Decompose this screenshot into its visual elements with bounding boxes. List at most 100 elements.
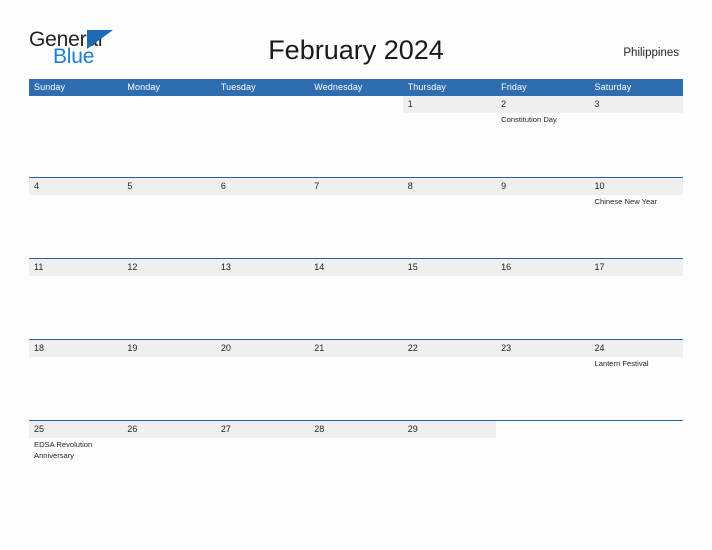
- day-number-strip: 18: [29, 340, 123, 357]
- day-events: [122, 113, 215, 115]
- day-number-strip: 16: [496, 259, 590, 276]
- day-number: 22: [407, 343, 418, 353]
- day-number: 11: [34, 262, 44, 272]
- day-number-strip: 2: [496, 96, 590, 113]
- day-events: [403, 113, 496, 115]
- holiday-event-label: EDSA Revolution Anniversary: [34, 440, 93, 460]
- day-number-strip: 28: [309, 421, 403, 438]
- day-number: 7: [314, 181, 320, 191]
- day-events: [29, 113, 122, 115]
- day-events: [590, 438, 683, 440]
- calendar-day-cell[interactable]: 21: [309, 340, 403, 420]
- day-number: 6: [220, 181, 226, 191]
- weekday-header-row: Sunday Monday Tuesday Wednesday Thursday Frid…: [29, 79, 683, 96]
- calendar-day-cell[interactable]: 20: [215, 340, 310, 420]
- day-number-strip: [496, 421, 589, 438]
- calendar-week-row: 11 12 13 14 15 16 17: [29, 258, 683, 339]
- day-number: 27: [220, 424, 231, 434]
- calendar-day-cell[interactable]: 2 Constitution Day: [496, 96, 590, 176]
- calendar-week-cells: 1 2 Constitution Day 3: [29, 96, 683, 176]
- calendar-week-cells: 4 5 6 7 8 9 10 Chinese New Year: [29, 178, 683, 258]
- calendar-day-cell-empty: [309, 96, 402, 176]
- calendar-day-cell[interactable]: 26: [122, 421, 216, 501]
- day-events: [590, 113, 683, 115]
- calendar-day-cell-empty: [29, 96, 122, 176]
- country-label: Philippines: [623, 47, 679, 59]
- day-events: [496, 357, 589, 359]
- day-events: [122, 357, 215, 359]
- calendar-day-cell[interactable]: 10 Chinese New Year: [589, 178, 683, 258]
- day-number-strip: 3: [589, 96, 683, 113]
- calendar-day-cell[interactable]: 16: [496, 259, 590, 339]
- calendar-day-cell[interactable]: 4: [29, 178, 123, 258]
- day-number-strip: 15: [402, 259, 497, 276]
- calendar-day-cell[interactable]: 11: [29, 259, 123, 339]
- day-events: [309, 276, 402, 278]
- calendar-day-cell-empty: [216, 96, 309, 176]
- day-events: EDSA Revolution Anniversary: [29, 438, 122, 461]
- calendar-day-cell[interactable]: 5: [122, 178, 216, 258]
- calendar-day-cell[interactable]: 22: [402, 340, 497, 420]
- day-number-strip: 19: [122, 340, 216, 357]
- calendar-day-cell[interactable]: 3: [589, 96, 683, 176]
- day-events: [309, 195, 402, 197]
- day-number-strip: 27: [215, 421, 310, 438]
- day-events: Constitution Day: [496, 113, 589, 126]
- calendar-day-cell[interactable]: 6: [215, 178, 310, 258]
- day-number-strip: 7: [309, 178, 403, 195]
- day-number: 1: [407, 99, 413, 109]
- calendar-day-cell[interactable]: 7: [309, 178, 403, 258]
- day-number-strip: 24: [589, 340, 683, 357]
- day-number-strip: 20: [215, 340, 310, 357]
- day-events: [590, 276, 683, 278]
- day-events: [216, 276, 309, 278]
- day-events: [216, 438, 309, 440]
- weekday-header-tuesday: Tuesday: [220, 82, 256, 92]
- calendar-day-cell[interactable]: 1: [402, 96, 497, 176]
- day-number: 24: [594, 343, 605, 353]
- day-number-strip: 29: [402, 421, 497, 438]
- calendar-day-cell[interactable]: 12: [122, 259, 216, 339]
- day-number: 2: [501, 99, 507, 109]
- calendar-day-cell[interactable]: 17: [589, 259, 683, 339]
- calendar-day-cell[interactable]: 8: [402, 178, 497, 258]
- day-number-strip: 26: [122, 421, 216, 438]
- calendar-week-row: 18 19 20 21 22 23 24 Lantern Festival: [29, 339, 683, 420]
- day-number-strip: 25: [29, 421, 123, 438]
- day-number: 18: [34, 343, 45, 353]
- calendar-day-cell[interactable]: 27: [215, 421, 310, 501]
- calendar-day-cell[interactable]: 13: [215, 259, 310, 339]
- day-events: [403, 195, 496, 197]
- calendar-day-cell[interactable]: 25 EDSA Revolution Anniversary: [29, 421, 123, 501]
- day-number: 5: [127, 181, 133, 191]
- day-events: [403, 438, 496, 440]
- day-events: [122, 195, 215, 197]
- day-number-strip: 22: [402, 340, 497, 357]
- day-events: [403, 276, 496, 278]
- calendar-day-cell[interactable]: 19: [122, 340, 216, 420]
- calendar-day-cell[interactable]: 9: [496, 178, 590, 258]
- day-number-strip: 12: [122, 259, 216, 276]
- weekday-header-thursday: Thursday: [407, 82, 447, 92]
- day-number-strip: 8: [402, 178, 497, 195]
- day-number: 29: [407, 424, 418, 434]
- day-events: [309, 357, 402, 359]
- calendar-day-cell[interactable]: 15: [402, 259, 497, 339]
- calendar-day-cell[interactable]: 18: [29, 340, 123, 420]
- day-events: [122, 276, 215, 278]
- day-events: [496, 438, 589, 440]
- day-events: [29, 357, 122, 359]
- calendar-day-cell[interactable]: 14: [309, 259, 403, 339]
- day-number: 12: [127, 262, 138, 272]
- day-number-strip: 14: [309, 259, 403, 276]
- calendar-day-cell[interactable]: 23: [496, 340, 590, 420]
- day-events: [496, 195, 589, 197]
- day-events: [403, 357, 496, 359]
- calendar-table: Sunday Monday Tuesday Wednesday Thursday Frid…: [29, 79, 683, 501]
- calendar-day-cell[interactable]: 29: [402, 421, 497, 501]
- weekday-header-sunday: Sunday: [34, 82, 66, 92]
- day-number-strip: [590, 421, 683, 438]
- calendar-day-cell[interactable]: 28: [309, 421, 403, 501]
- calendar-day-cell[interactable]: 24 Lantern Festival: [589, 340, 683, 420]
- day-number-strip: 10: [589, 178, 683, 195]
